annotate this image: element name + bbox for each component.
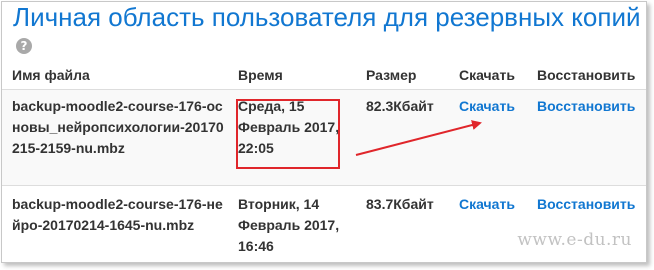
cell-restore: Восстановить xyxy=(527,88,646,185)
cell-restore: Восстановить xyxy=(527,184,646,262)
column-header-filename[interactable]: Имя файла xyxy=(2,61,228,90)
page-title: Личная область пользователя для резервны… xyxy=(13,2,641,32)
restore-link[interactable]: Восстановить xyxy=(537,196,635,212)
column-header-time[interactable]: Время xyxy=(228,61,356,90)
restore-link[interactable]: Восстановить xyxy=(537,98,635,114)
watermark-text: www.e-du.ru xyxy=(517,230,632,250)
download-link[interactable]: Скачать xyxy=(459,196,515,212)
table-row: backup-moodle2-course-176-нейро-20170214… xyxy=(2,184,646,262)
cell-size: 82.3Кбайт xyxy=(356,88,449,185)
cell-download: Скачать xyxy=(449,88,527,185)
download-link[interactable]: Скачать xyxy=(459,98,515,114)
help-icon[interactable]: ? xyxy=(16,38,32,55)
cell-download: Скачать xyxy=(449,184,527,262)
cell-filename: backup-moodle2-course-176-основы_нейропс… xyxy=(2,88,228,185)
cell-time: Вторник, 14 Февраль 2017, 16:46 xyxy=(228,184,356,262)
cell-size: 83.7Кбайт xyxy=(356,184,449,262)
column-header-size[interactable]: Размер xyxy=(356,61,449,90)
table-row: backup-moodle2-course-176-основы_нейропс… xyxy=(2,88,646,185)
table-header-row: Имя файла Время Размер Скачать Восстанов… xyxy=(2,61,646,90)
column-header-download: Скачать xyxy=(449,61,527,90)
column-header-restore: Восстановить xyxy=(527,61,646,90)
backup-area-panel: Личная область пользователя для резервны… xyxy=(1,1,647,263)
cell-time: Среда, 15 Февраль 2017, 22:05 xyxy=(228,88,356,185)
page-heading: Личная область пользователя для резервны… xyxy=(13,2,643,62)
cell-filename: backup-moodle2-course-176-нейро-20170214… xyxy=(2,184,228,262)
